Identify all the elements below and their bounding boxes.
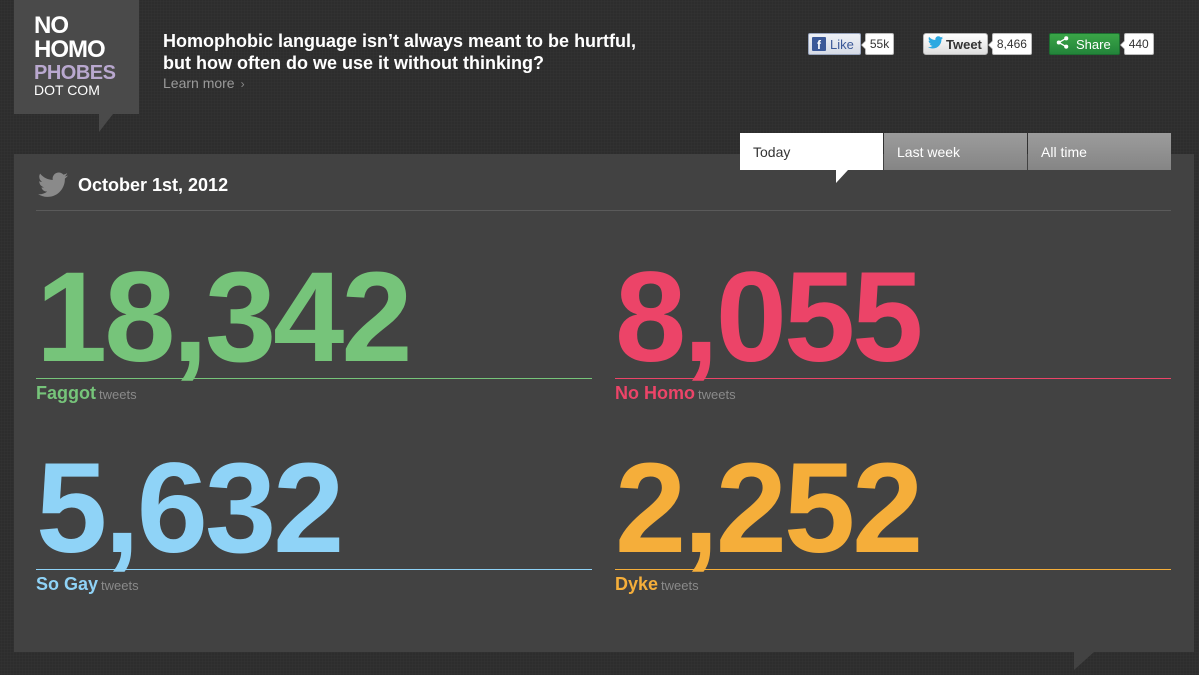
site-logo[interactable]: NO HOMO PHOBES DOT COM — [14, 0, 139, 114]
stat-rule — [615, 569, 1171, 570]
learn-more-label: Learn more — [163, 75, 235, 91]
logo-tail — [99, 114, 113, 132]
chevron-right-icon: › — [240, 77, 245, 91]
stat-rule — [36, 569, 592, 570]
twitter-bird-icon — [928, 36, 943, 52]
headline: Homophobic language isn’t always meant t… — [163, 30, 723, 74]
stat-term: No Homo — [615, 383, 695, 403]
share-icon — [1056, 36, 1069, 52]
logo-line-2: HOMO — [34, 36, 106, 63]
share-count: 440 — [1119, 33, 1154, 55]
panel-tail — [1074, 652, 1094, 670]
logo-line-3: PHOBES — [34, 62, 116, 84]
facebook-like-button[interactable]: f Like — [808, 33, 861, 55]
stat-label: Dyke tweets — [615, 574, 699, 595]
stat-card-faggot: 18,342 Faggot tweets — [36, 250, 592, 410]
learn-more-link[interactable]: Learn more › — [163, 75, 245, 91]
tweet-button[interactable]: Tweet — [923, 33, 988, 55]
facebook-icon: f — [812, 37, 826, 51]
logo-line-4: DOT COM — [34, 82, 100, 98]
stat-suffix: tweets — [101, 578, 139, 593]
logo-line-1: NO — [34, 12, 69, 39]
date-text: October 1st, 2012 — [78, 174, 229, 195]
tweet-count: 8,466 — [987, 33, 1032, 55]
stat-label: No Homo tweets — [615, 383, 736, 404]
stat-rule — [36, 378, 592, 379]
stat-suffix: tweets — [661, 578, 699, 593]
headline-line-2: but how often do we use it without think… — [163, 53, 544, 73]
divider — [36, 210, 1171, 211]
facebook-like-label: Like — [830, 36, 854, 52]
share-widget: Share 440 — [1049, 33, 1154, 55]
stat-rule — [615, 378, 1171, 379]
stat-card-no-homo: 8,055 No Homo tweets — [615, 250, 1171, 410]
facebook-like-widget: f Like 55k — [808, 33, 895, 55]
tweet-label: Tweet — [946, 36, 982, 52]
headline-line-1: Homophobic language isn’t always meant t… — [163, 31, 637, 51]
stat-number: 8,055 — [615, 246, 923, 389]
tab-all-time[interactable]: All time — [1028, 133, 1171, 170]
stat-term: Faggot — [36, 383, 96, 403]
date-heading: October 1st, 2012 — [38, 172, 228, 198]
facebook-like-count: 55k — [860, 33, 895, 55]
stat-suffix: tweets — [99, 387, 137, 402]
share-label: Share — [1076, 36, 1111, 52]
stat-term: So Gay — [36, 574, 99, 594]
share-button[interactable]: Share — [1049, 33, 1120, 55]
stat-suffix: tweets — [698, 387, 736, 402]
stat-card-dyke: 2,252 Dyke tweets — [615, 441, 1171, 601]
stat-card-so-gay: 5,632 So Gay tweets — [36, 441, 592, 601]
stat-label: So Gay tweets — [36, 574, 139, 595]
stat-label: Faggot tweets — [36, 383, 137, 404]
twitter-bird-icon — [38, 172, 68, 197]
stat-number: 18,342 — [36, 246, 412, 389]
stat-term: Dyke — [615, 574, 659, 594]
stat-number: 2,252 — [615, 437, 923, 580]
tab-last-week[interactable]: Last week — [884, 133, 1027, 170]
tab-today[interactable]: Today — [740, 133, 883, 183]
time-range-tabs: Today Last week All time — [740, 133, 1172, 183]
stat-number: 5,632 — [36, 437, 344, 580]
tweet-widget: Tweet 8,466 — [923, 33, 1032, 55]
